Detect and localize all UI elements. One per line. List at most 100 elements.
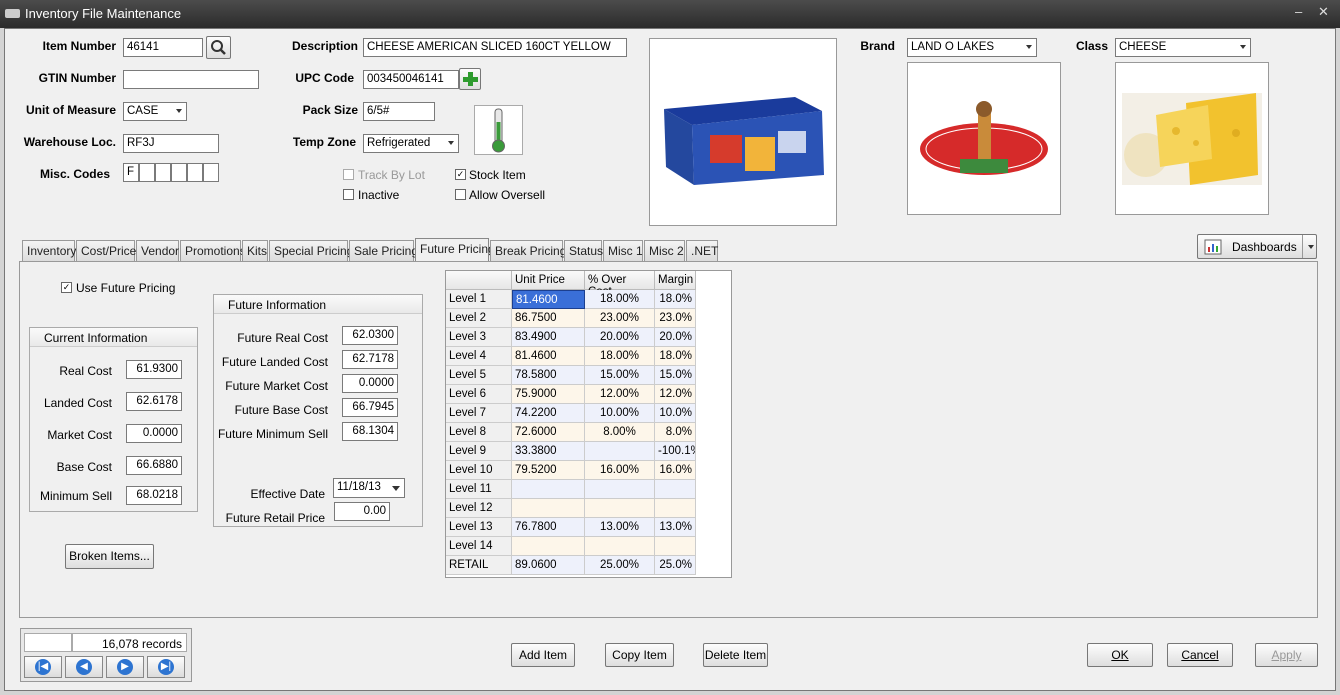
allow-oversell-checkbox[interactable] <box>455 189 466 200</box>
over-cost-cell[interactable] <box>585 537 655 556</box>
over-cost-cell[interactable] <box>585 442 655 461</box>
unit-price-cell[interactable]: 81.4600 <box>512 347 585 366</box>
item-number-field[interactable]: 46141 <box>123 38 203 57</box>
inactive-checkbox[interactable] <box>343 189 354 200</box>
unit-price-cell[interactable]: 89.0600 <box>512 556 585 575</box>
unit-price-cell[interactable]: 74.2200 <box>512 404 585 423</box>
over-cost-cell[interactable]: 16.00% <box>585 461 655 480</box>
over-cost-cell[interactable]: 10.00% <box>585 404 655 423</box>
current-information-group: Current Information <box>29 327 198 512</box>
tab-vendor[interactable]: Vendor <box>136 240 179 261</box>
class-value: CHEESE <box>1119 41 1167 53</box>
unit-price-cell[interactable]: 78.5800 <box>512 366 585 385</box>
tab-misc-2[interactable]: Misc 2 <box>644 240 685 261</box>
over-cost-cell[interactable] <box>585 499 655 518</box>
over-cost-cell[interactable]: 23.00% <box>585 309 655 328</box>
unit-price-cell[interactable]: 81.4600 <box>512 290 585 309</box>
tab-status[interactable]: Status <box>564 240 603 261</box>
tab-special-pricing[interactable]: Special Pricing <box>269 240 353 261</box>
tab-sale-pricing[interactable]: Sale Pricing <box>349 240 418 261</box>
misc-code-3[interactable] <box>155 163 171 182</box>
class-image <box>1115 62 1269 215</box>
upc-field[interactable]: 003450046141 <box>363 70 459 89</box>
over-cost-cell[interactable]: 13.00% <box>585 518 655 537</box>
pack-size-field[interactable]: 6/5# <box>363 102 435 121</box>
tab-net[interactable]: .NET <box>686 240 718 261</box>
table-row: RETAIL 89.0600 25.00% 25.0% <box>446 556 696 575</box>
tab-kits[interactable]: Kits <box>242 240 268 261</box>
gtin-field[interactable] <box>123 70 259 89</box>
future-real-cost-field[interactable]: 62.0300 <box>342 326 398 345</box>
unit-price-cell[interactable]: 83.4900 <box>512 328 585 347</box>
future-base-cost-field[interactable]: 66.7945 <box>342 398 398 417</box>
misc-code-5[interactable] <box>187 163 203 182</box>
unit-price-cell[interactable] <box>512 537 585 556</box>
misc-code-2[interactable] <box>139 163 155 182</box>
tab-cost-price[interactable]: Cost/Price <box>76 240 136 261</box>
future-landed-cost-field[interactable]: 62.7178 <box>342 350 398 369</box>
unit-price-cell[interactable]: 75.9000 <box>512 385 585 404</box>
misc-code-1[interactable]: F <box>123 163 139 182</box>
temp-zone-select[interactable]: Refrigerated <box>363 134 459 153</box>
future-minimum-sell-field[interactable]: 68.1304 <box>342 422 398 441</box>
apply-button[interactable]: Apply <box>1255 643 1318 667</box>
effective-date-picker[interactable]: 11/18/13 <box>333 478 405 498</box>
search-button[interactable] <box>206 36 231 59</box>
tab-inventory[interactable]: Inventory <box>22 240 76 261</box>
tab-break-pricing[interactable]: Break Pricing <box>490 240 566 261</box>
chevron-down-icon <box>392 486 400 491</box>
description-field[interactable]: CHEESE AMERICAN SLICED 160CT YELLOW <box>363 38 627 57</box>
delete-item-button[interactable]: Delete Item <box>703 643 768 667</box>
future-retail-price-field[interactable]: 0.00 <box>334 502 390 521</box>
misc-code-4[interactable] <box>171 163 187 182</box>
close-button[interactable]: ✕ <box>1318 4 1329 20</box>
over-cost-cell[interactable]: 8.00% <box>585 423 655 442</box>
over-cost-cell[interactable]: 18.00% <box>585 347 655 366</box>
tab-promotions[interactable]: Promotions <box>180 240 246 261</box>
broken-items-button[interactable]: Broken Items... <box>65 544 154 569</box>
warehouse-field[interactable]: RF3J <box>123 134 219 153</box>
over-cost-cell[interactable] <box>585 480 655 499</box>
unit-price-cell[interactable]: 76.7800 <box>512 518 585 537</box>
unit-price-cell[interactable]: 79.5200 <box>512 461 585 480</box>
minimize-button[interactable]: – <box>1295 4 1302 19</box>
cancel-button[interactable]: Cancel <box>1167 643 1233 667</box>
brand-select[interactable]: LAND O LAKES <box>907 38 1037 57</box>
first-record-icon: |◀ <box>35 659 51 675</box>
title-bar: Inventory File Maintenance – ✕ <box>0 0 1340 28</box>
future-market-cost-field[interactable]: 0.0000 <box>342 374 398 393</box>
over-cost-cell[interactable]: 15.00% <box>585 366 655 385</box>
misc-code-6[interactable] <box>203 163 219 182</box>
landed-cost-value: 62.6178 <box>126 392 182 411</box>
unit-price-cell[interactable]: 86.7500 <box>512 309 585 328</box>
class-select[interactable]: CHEESE <box>1115 38 1251 57</box>
real-cost-value: 61.9300 <box>126 360 182 379</box>
track-by-lot-checkbox[interactable] <box>343 169 354 180</box>
previous-record-icon: ◀ <box>76 659 92 675</box>
thermometer-icon <box>474 105 523 155</box>
over-cost-header: % Over Cost <box>585 271 655 298</box>
next-record-button[interactable]: ▶ <box>106 656 144 678</box>
over-cost-cell[interactable]: 25.00% <box>585 556 655 575</box>
use-future-pricing-checkbox[interactable]: ✓ <box>61 282 72 293</box>
last-record-button[interactable]: ▶| <box>147 656 185 678</box>
uom-select[interactable]: CASE <box>123 102 187 121</box>
copy-item-button[interactable]: Copy Item <box>605 643 674 667</box>
tab-future-pricing[interactable]: Future Pricing <box>415 238 495 262</box>
over-cost-cell[interactable]: 20.00% <box>585 328 655 347</box>
ok-button[interactable]: OK <box>1087 643 1153 667</box>
unit-price-cell[interactable]: 72.6000 <box>512 423 585 442</box>
over-cost-cell[interactable]: 12.00% <box>585 385 655 404</box>
stock-item-checkbox[interactable]: ✓ <box>455 169 466 180</box>
over-cost-cell[interactable]: 18.00% <box>585 290 655 309</box>
tab-misc-1[interactable]: Misc 1 <box>603 240 643 261</box>
unit-price-cell[interactable] <box>512 499 585 518</box>
add-item-button[interactable]: Add Item <box>511 643 575 667</box>
first-record-button[interactable]: |◀ <box>24 656 62 678</box>
unit-price-cell[interactable] <box>512 480 585 499</box>
previous-record-button[interactable]: ◀ <box>65 656 103 678</box>
dashboards-button[interactable]: Dashboards <box>1197 234 1317 259</box>
unit-price-cell[interactable]: 33.3800 <box>512 442 585 461</box>
record-position-field[interactable] <box>24 633 72 652</box>
add-upc-button[interactable] <box>459 68 481 90</box>
